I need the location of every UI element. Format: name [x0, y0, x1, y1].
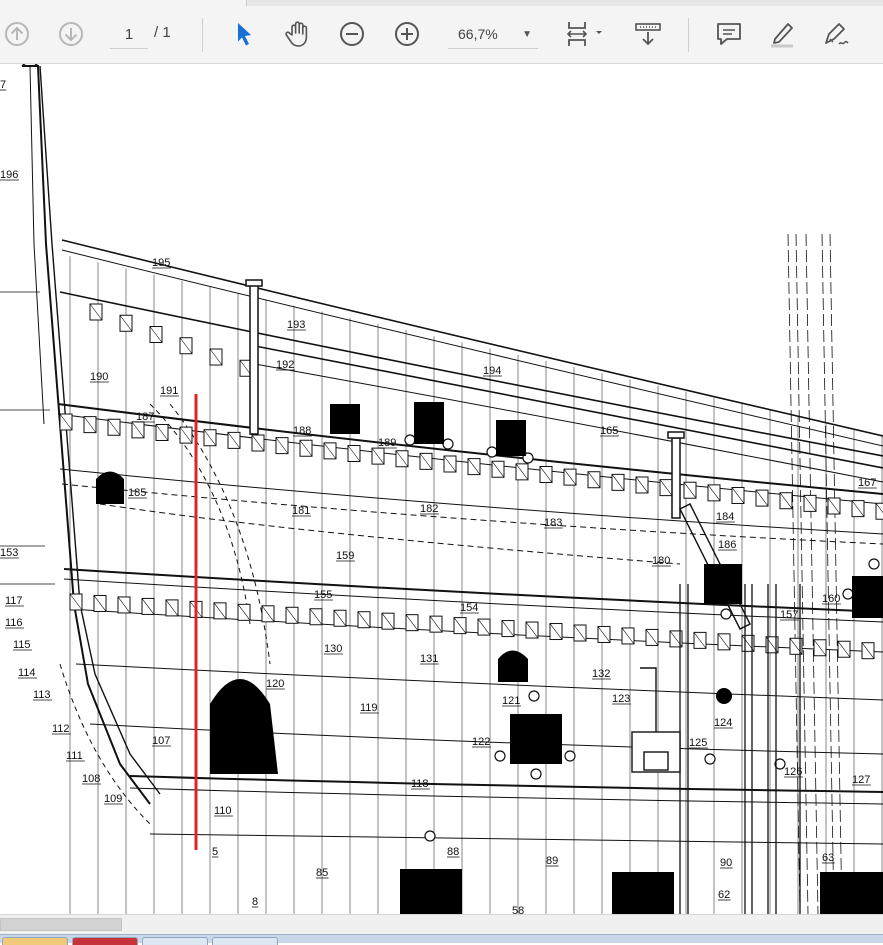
part-number-label: 62	[718, 889, 730, 901]
part-number-label: 114	[18, 667, 36, 679]
page-down-icon[interactable]	[51, 14, 91, 54]
zoom-out-icon[interactable]	[332, 14, 372, 54]
part-number-label: 90	[720, 857, 732, 869]
part-number-label: 189	[378, 437, 396, 449]
part-number-label: 123	[612, 693, 630, 705]
part-number-label: 180	[652, 555, 670, 567]
page-total: / 1	[154, 24, 171, 41]
part-number-label: 193	[287, 319, 305, 331]
part-number-label: 117	[5, 595, 23, 607]
part-number-label: 113	[33, 689, 51, 701]
part-number-label: 184	[716, 511, 734, 523]
part-number-label: 115	[13, 639, 31, 651]
part-number-label: 188	[293, 425, 311, 437]
toolbar-divider	[202, 18, 203, 52]
zoom-select[interactable]: 66,7% ▼	[448, 20, 538, 49]
toolbar-divider	[688, 18, 689, 52]
taskbar-app-pdf[interactable]	[72, 937, 138, 945]
part-number-label: 109	[104, 793, 122, 805]
document-view[interactable]: 7 196 195 193 192 194 190 191 187 188 189 165 167 185…	[0, 64, 883, 914]
part-number-label: 155	[314, 589, 332, 601]
part-number-label: 159	[336, 550, 354, 562]
taskbar-app-folder[interactable]	[2, 937, 68, 945]
part-number-label: 111	[66, 750, 83, 762]
pdf-toolbar: 1 / 1 66,7% ▼	[0, 0, 883, 64]
part-number-label: 7	[0, 79, 6, 91]
document-tab[interactable]	[0, 0, 247, 6]
part-number-label: 120	[266, 678, 284, 690]
part-number-label: 130	[324, 643, 342, 655]
part-number-label: 182	[420, 503, 438, 515]
ship-plan-drawing: 7 196 195 193 192 194 190 191 187 188 189 165 167 185…	[0, 64, 883, 914]
zoom-value: 66,7%	[458, 26, 498, 42]
sign-pen-icon[interactable]	[817, 14, 857, 54]
highlight-pen-icon[interactable]	[763, 14, 803, 54]
part-number-label: 118	[411, 778, 429, 790]
tab-strip	[0, 0, 883, 6]
fit-page-icon[interactable]	[558, 14, 608, 54]
part-number-label: 89	[546, 855, 558, 867]
part-number-label: 191	[160, 385, 178, 397]
part-number-label: 165	[600, 425, 618, 437]
part-number-label: 167	[858, 477, 876, 489]
part-number-label: 8	[252, 896, 258, 908]
part-number-label: 194	[483, 365, 501, 377]
part-number-label: 127	[852, 774, 870, 786]
part-number-label: 153	[0, 547, 18, 559]
part-number-label: 132	[592, 668, 610, 680]
part-number-label: 5	[212, 846, 218, 858]
part-number-label: 112	[52, 723, 70, 735]
part-number-label: 185	[128, 487, 146, 499]
taskbar	[0, 934, 883, 945]
page-number-input[interactable]: 1	[110, 20, 148, 49]
part-number-label: 121	[502, 695, 520, 707]
scroll-mode-icon[interactable]	[628, 14, 668, 54]
hand-icon[interactable]	[278, 14, 318, 54]
part-number-label: 116	[5, 617, 23, 629]
part-number-label: 181	[292, 505, 310, 517]
part-number-label: 196	[0, 169, 18, 181]
part-number-label: 122	[472, 736, 490, 748]
part-number-label: 183	[544, 517, 562, 529]
part-number-label: 125	[689, 737, 707, 749]
part-number-label: 85	[316, 867, 328, 879]
zoom-in-icon[interactable]	[387, 14, 427, 54]
part-number-label: 63	[822, 852, 834, 864]
part-number-label: 131	[420, 653, 438, 665]
comment-icon[interactable]	[709, 14, 749, 54]
taskbar-app-window[interactable]	[212, 937, 278, 945]
part-number-label: 160	[822, 593, 840, 605]
part-number-label: 88	[447, 846, 459, 858]
part-number-label: 186	[718, 539, 736, 551]
part-number-label: 124	[714, 717, 732, 729]
part-number-label: 108	[82, 773, 100, 785]
chevron-down-icon: ▼	[522, 28, 532, 40]
part-number-label: 187	[136, 411, 154, 423]
part-number-label: 126	[784, 766, 802, 778]
taskbar-app-media[interactable]	[142, 937, 208, 945]
scrollbar-thumb[interactable]	[0, 918, 122, 931]
part-number-label: 154	[460, 602, 478, 614]
horizontal-scrollbar[interactable]	[0, 914, 883, 934]
part-number-label: 195	[152, 257, 170, 269]
page-up-icon[interactable]	[0, 14, 37, 54]
part-number-label: 110	[214, 805, 232, 817]
part-number-label: 107	[152, 735, 170, 747]
pointer-icon[interactable]	[224, 14, 264, 54]
part-number-label: 192	[276, 359, 294, 371]
part-number-label: 190	[90, 371, 108, 383]
part-number-label: 119	[360, 702, 378, 714]
part-number-label: 58	[512, 905, 524, 914]
part-number-label: 157	[780, 609, 798, 621]
